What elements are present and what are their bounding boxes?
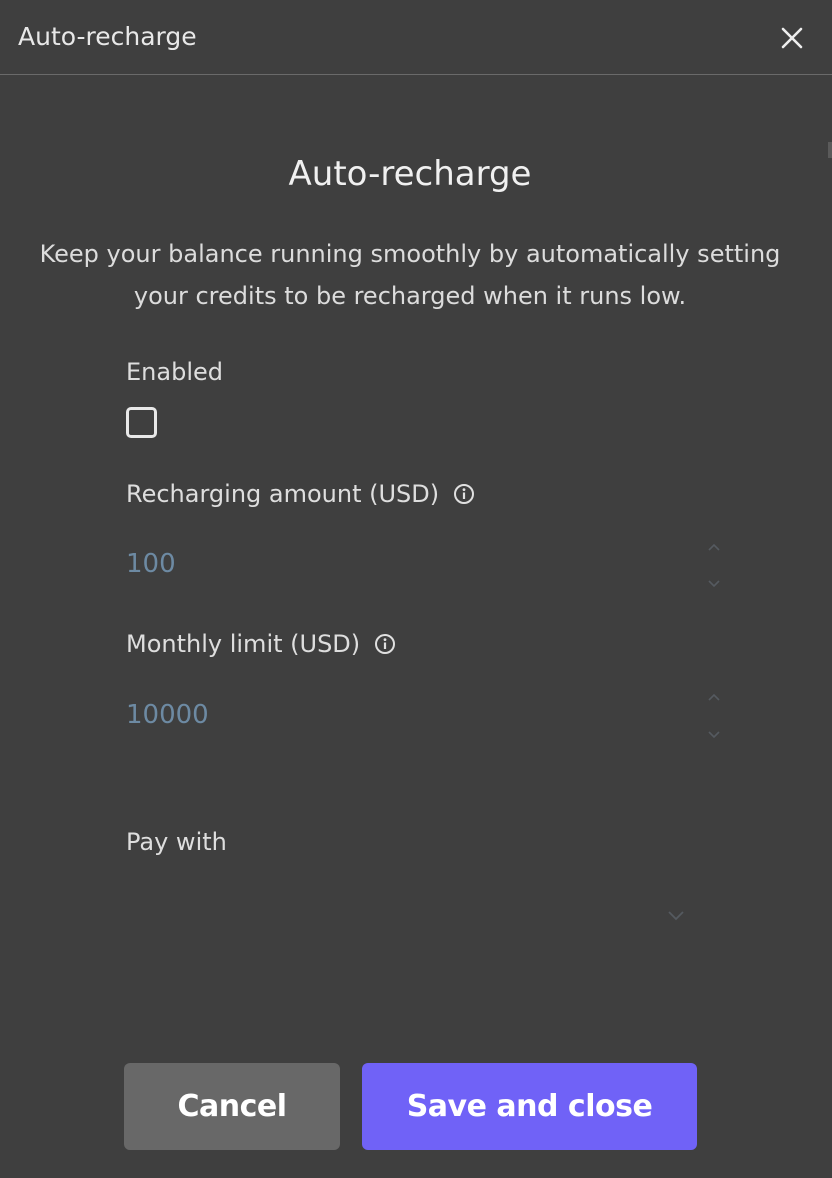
- dialog-title: Auto-recharge: [288, 154, 532, 194]
- enabled-label-text: Enabled: [126, 358, 223, 386]
- pay-with-label: Pay with: [126, 828, 227, 856]
- window-header: Auto-recharge: [0, 0, 832, 75]
- info-icon[interactable]: [453, 483, 475, 505]
- enabled-label: Enabled: [126, 358, 223, 386]
- decrement-button[interactable]: [702, 573, 726, 595]
- increment-button[interactable]: [702, 686, 726, 708]
- recharging-amount-input[interactable]: 100: [126, 549, 176, 579]
- chevron-up-icon: [708, 543, 720, 551]
- pay-with-label-text: Pay with: [126, 828, 227, 856]
- monthly-limit-stepper[interactable]: [702, 686, 726, 748]
- recharging-amount-stepper[interactable]: [702, 536, 726, 598]
- chevron-up-icon: [708, 693, 720, 701]
- recharging-amount-label-text: Recharging amount (USD): [126, 480, 440, 508]
- save-and-close-button[interactable]: Save and close: [362, 1063, 697, 1150]
- chevron-down-icon: [668, 911, 684, 921]
- increment-button[interactable]: [702, 536, 726, 558]
- chevron-down-icon: [708, 731, 720, 739]
- cancel-button[interactable]: Cancel: [124, 1063, 340, 1150]
- info-icon[interactable]: [374, 633, 396, 655]
- window-title: Auto-recharge: [18, 22, 197, 51]
- pay-with-select[interactable]: [662, 904, 690, 928]
- close-icon: [781, 27, 803, 49]
- enabled-checkbox[interactable]: [126, 407, 157, 438]
- scroll-edge: [828, 142, 832, 158]
- dialog-description: Keep your balance running smoothly by au…: [39, 240, 781, 310]
- recharging-amount-label: Recharging amount (USD): [126, 480, 475, 508]
- monthly-limit-label: Monthly limit (USD): [126, 630, 396, 658]
- close-button[interactable]: [776, 22, 808, 54]
- decrement-button[interactable]: [702, 724, 726, 746]
- chevron-down-icon: [708, 580, 720, 588]
- monthly-limit-input[interactable]: 10000: [126, 700, 209, 730]
- monthly-limit-label-text: Monthly limit (USD): [126, 630, 361, 658]
